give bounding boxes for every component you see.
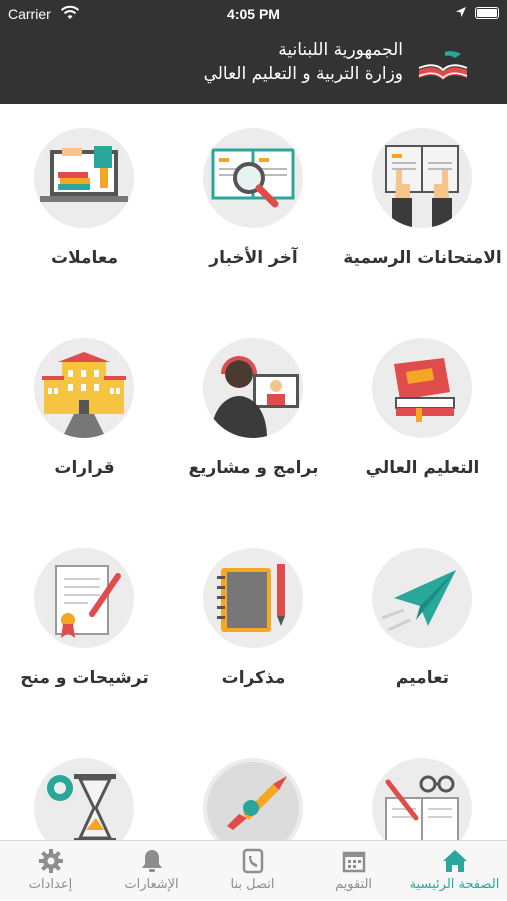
tile-label: معاملات	[50, 248, 119, 268]
tab-settings[interactable]: إعدادات	[0, 841, 101, 901]
tile-transactions[interactable]: معاملات	[0, 104, 169, 314]
phone-icon	[242, 848, 263, 874]
tab-home[interactable]: الصفحة الرئيسية	[404, 841, 505, 901]
building-icon	[34, 338, 134, 438]
tile-circulars[interactable]: تعاميم	[338, 524, 507, 734]
notebook-glasses-icon	[372, 758, 472, 840]
battery-icon	[475, 7, 499, 19]
tab-calendar[interactable]: التقويم	[303, 841, 404, 901]
title-line-2: وزارة التربية و التعليم العالي	[203, 64, 403, 84]
tab-contact-us[interactable]: اتصل بنا	[202, 841, 303, 901]
app-header: الجمهورية اللبنانية وزارة التربية و التع…	[0, 28, 507, 104]
books-stack-icon	[372, 338, 472, 438]
tile-latest-news[interactable]: آخر الأخبار	[169, 104, 338, 314]
tile-decisions[interactable]: قرارات	[0, 314, 169, 524]
tile-label: مذكرات	[221, 668, 286, 688]
gear-icon	[38, 849, 63, 873]
tile-label: ترشيحات و منح	[20, 668, 149, 688]
tab-label: الصفحة الرئيسية	[409, 877, 500, 892]
tab-label: إعدادات	[28, 877, 73, 892]
tab-label: التقويم	[334, 877, 373, 892]
menu-grid: الامتحانات الرسمية آخر الأخبار معاملات ا…	[0, 104, 507, 840]
bell-icon	[141, 850, 162, 872]
tab-bar: الصفحة الرئيسية التقويم اتصل بنا الإشعار…	[0, 840, 507, 900]
tile-higher-education[interactable]: التعليم العالي	[338, 314, 507, 524]
rocket-pencil-icon	[203, 758, 303, 840]
tile-row4-middle[interactable]	[169, 734, 338, 840]
tile-label: برامج و مشاريع	[188, 458, 319, 478]
tab-label: اتصل بنا	[230, 877, 275, 892]
exam-book-hands-icon	[372, 128, 472, 228]
title-line-1: الجمهورية اللبنانية	[278, 40, 403, 60]
tile-label: الامتحانات الرسمية	[343, 248, 502, 268]
certificate-pen-icon	[34, 548, 134, 648]
paper-plane-icon	[372, 548, 472, 648]
tab-label: الإشعارات	[124, 877, 179, 892]
calendar-icon	[342, 851, 365, 873]
tile-label: تعاميم	[395, 668, 450, 688]
tab-notifications[interactable]: الإشعارات	[101, 841, 202, 901]
home-icon	[442, 850, 467, 872]
tile-nominations-grants[interactable]: ترشيحات و منح	[0, 524, 169, 734]
tile-programs-projects[interactable]: برامج و مشاريع	[169, 314, 338, 524]
ministry-title: الجمهورية اللبنانية وزارة التربية و التع…	[204, 38, 403, 86]
tile-label: التعليم العالي	[365, 458, 480, 478]
status-time: 4:05 PM	[227, 6, 280, 22]
tile-official-exams[interactable]: الامتحانات الرسمية	[338, 104, 507, 314]
status-bar: Carrier 4:05 PM	[0, 0, 507, 28]
tile-label: قرارات	[54, 458, 115, 478]
video-call-icon	[203, 338, 303, 438]
hourglass-gear-icon	[34, 758, 134, 840]
tile-memos[interactable]: مذكرات	[169, 524, 338, 734]
magnifier-book-icon	[203, 128, 303, 228]
tile-label: آخر الأخبار	[209, 248, 298, 268]
notebook-pen-icon	[203, 548, 303, 648]
tile-row4-left[interactable]	[0, 734, 169, 840]
laptop-documents-icon	[34, 128, 134, 228]
book-logo-icon	[418, 51, 468, 80]
tile-row4-right[interactable]	[338, 734, 507, 840]
location-arrow-icon	[456, 7, 466, 17]
